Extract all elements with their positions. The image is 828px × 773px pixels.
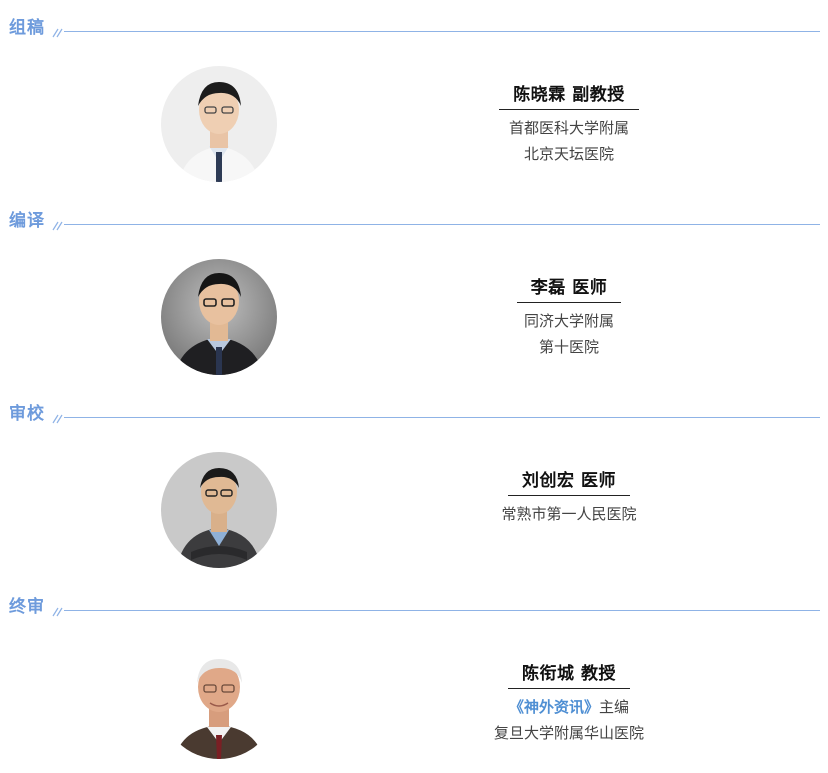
affiliation-line: 第十医院 [538,338,599,356]
double-slash-icon [52,607,63,617]
editor-role: 主编 [599,698,630,716]
section-divider [64,417,820,418]
avatar [161,259,277,375]
affiliation-line: 北京天坛医院 [523,145,614,163]
affiliation-line: 常熟市第一人民医院 [501,505,637,523]
affiliation-line: 同济大学附属 [523,312,614,330]
affiliation-line: 首都医科大学附属 [508,119,629,137]
section-header: 组稿 [0,16,828,46]
person-info: 刘创宏 医师 常熟市第一人民医院 [440,466,698,527]
double-slash-icon [52,221,63,231]
section-header: 编译 [0,209,828,239]
magazine-name: 《神外资讯》 [508,698,599,716]
person-info: 陈衔城 教授 《神外资讯》主编 复旦大学附属华山医院 [440,659,698,746]
section-divider [64,31,820,32]
affiliation-line: 复旦大学附属华山医院 [493,724,644,742]
person-name: 刘创宏 医师 [508,466,630,496]
section-divider [64,224,820,225]
section-divider [64,610,820,611]
section-title: 终审 [9,597,45,617]
section-title: 组稿 [9,18,45,38]
double-slash-icon [52,414,63,424]
person-name: 陈衔城 教授 [508,659,630,689]
avatar [161,66,277,182]
person-info: 李磊 医师 同济大学附属 第十医院 [440,273,698,360]
section-title: 审校 [9,404,45,424]
person-name: 李磊 医师 [516,273,622,303]
editor-role-line: 《神外资讯》主编 [440,694,698,720]
person-name: 陈晓霖 副教授 [499,80,639,110]
double-slash-icon [52,28,63,38]
section-header: 终审 [0,595,828,625]
section-header: 审校 [0,402,828,432]
person-info: 陈晓霖 副教授 首都医科大学附属 北京天坛医院 [440,80,698,167]
avatar [161,452,277,568]
section-title: 编译 [9,211,45,231]
avatar [161,645,277,759]
